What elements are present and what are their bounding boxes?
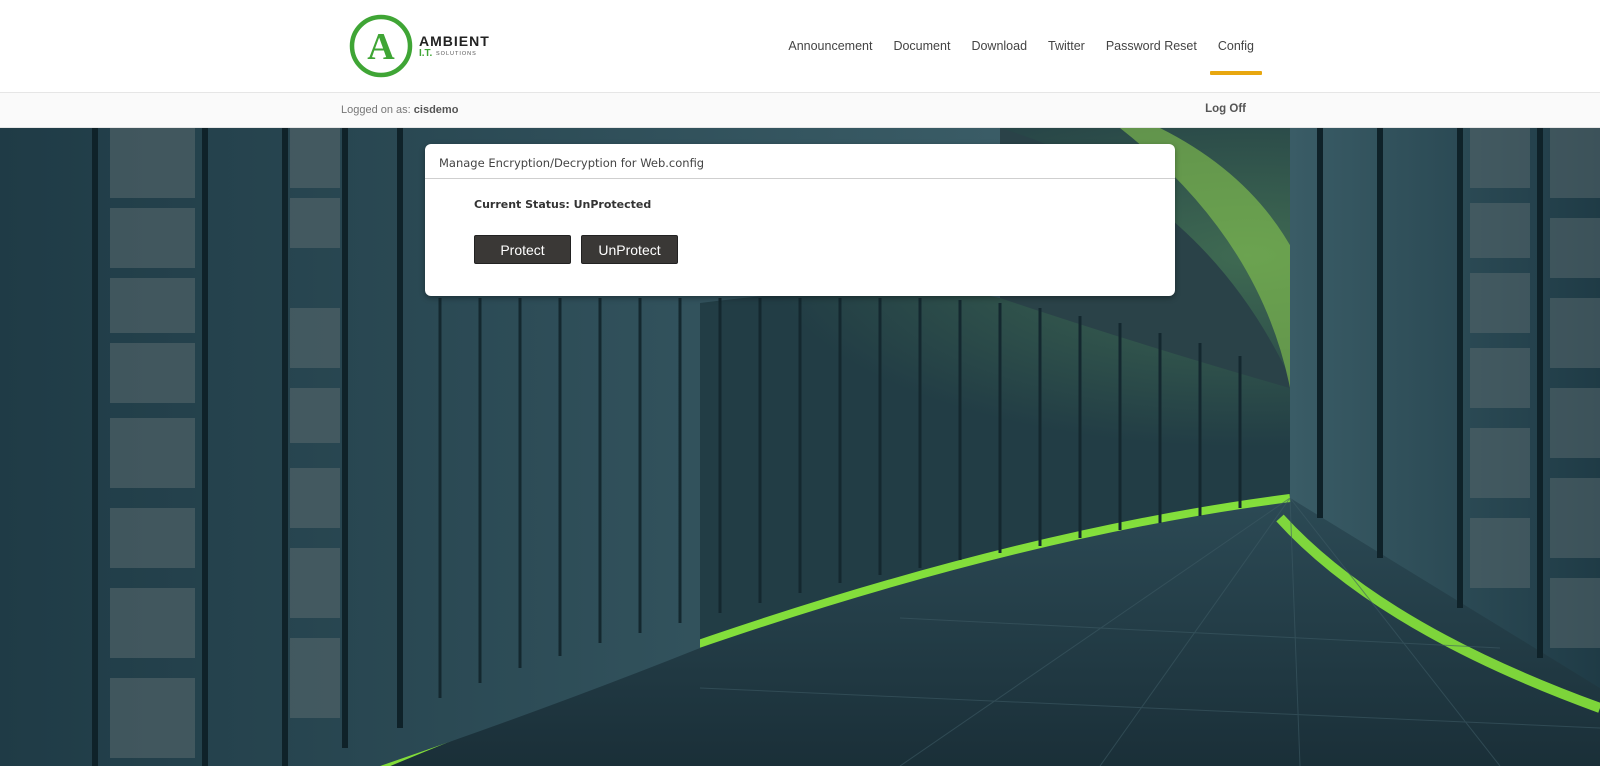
ambient-logo[interactable]: A AMBIENT I.T. SOLUTIONS [349, 14, 499, 78]
config-card: Manage Encryption/Decryption for Web.con… [425, 144, 1175, 296]
logged-on-text: Logged on as: cisdemo [341, 104, 458, 116]
main-nav: Announcement Document Download Twitter P… [767, 0, 1263, 92]
logo-sub-it: I.T. [419, 48, 433, 59]
card-title: Manage Encryption/Decryption for Web.con… [425, 144, 1175, 179]
site-header: A AMBIENT I.T. SOLUTIONS Announcement Do… [0, 0, 1600, 92]
log-off-link[interactable]: Log Off [1205, 103, 1246, 115]
nav-announcement[interactable]: Announcement [788, 0, 872, 92]
nav-password-reset[interactable]: Password Reset [1106, 0, 1197, 92]
nav-config[interactable]: Config [1209, 0, 1263, 92]
nav-twitter[interactable]: Twitter [1048, 0, 1085, 92]
current-status: Current Status: UnProtected [474, 198, 652, 211]
unprotect-button[interactable]: UnProtect [581, 235, 678, 264]
logo-sub-solutions: SOLUTIONS [436, 51, 477, 57]
nav-document[interactable]: Document [893, 0, 950, 92]
logged-user: cisdemo [413, 104, 459, 116]
logo-letter: A [367, 26, 395, 68]
protect-button[interactable]: Protect [474, 235, 571, 264]
nav-download[interactable]: Download [971, 0, 1027, 92]
session-bar: Logged on as: cisdemo Log Off [0, 92, 1600, 128]
logo-brand: AMBIENT [419, 33, 490, 49]
logged-prefix: Logged on as: [341, 104, 411, 116]
